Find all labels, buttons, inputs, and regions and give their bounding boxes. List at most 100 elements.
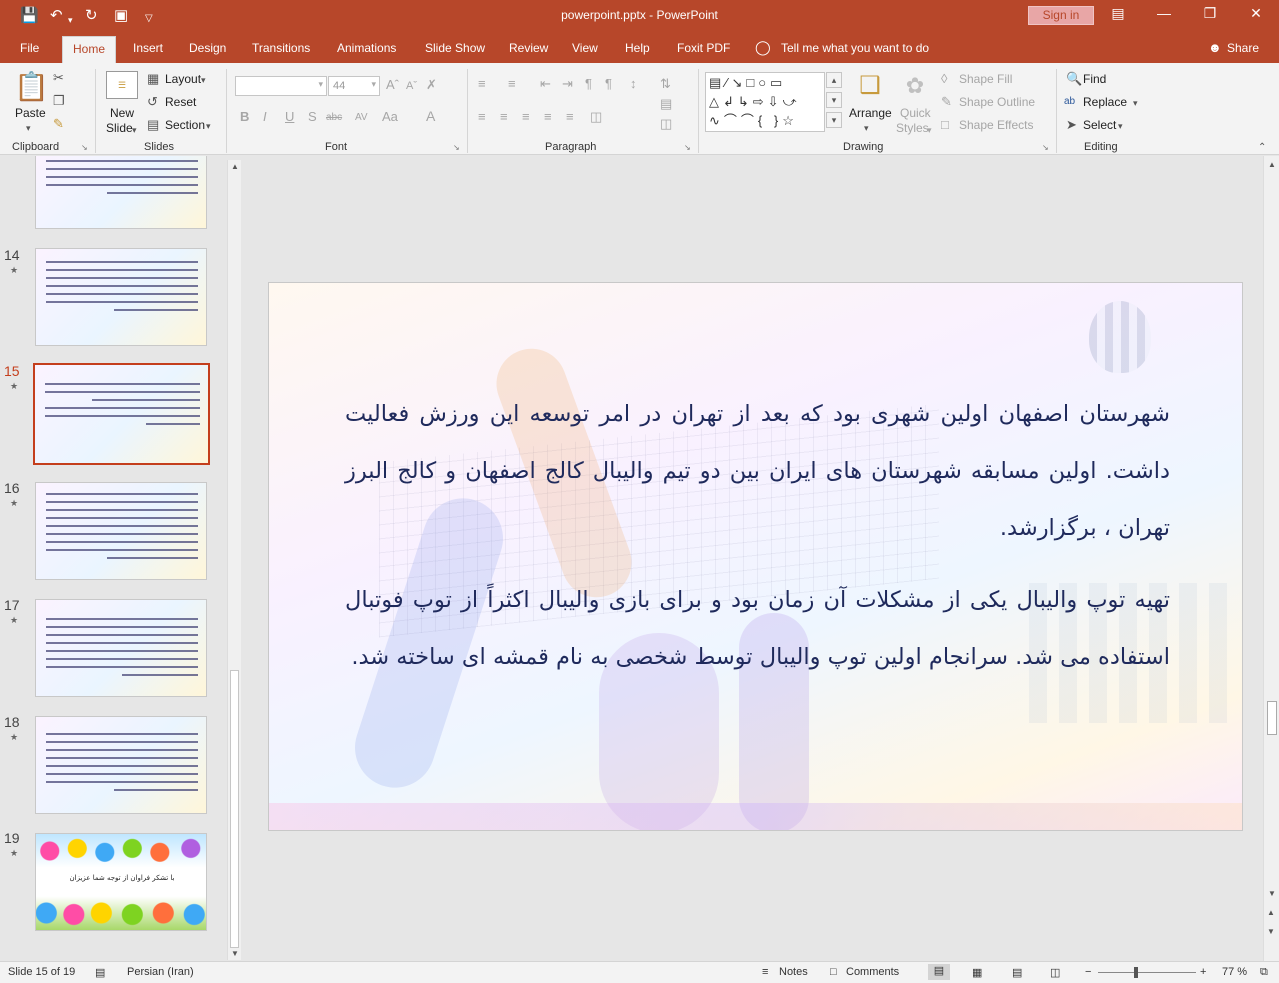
align-text-icon[interactable]: ▤ [660,97,672,111]
arrange-button[interactable]: Arrange [849,106,892,120]
tab-review[interactable]: Review [509,41,548,55]
align-left-icon[interactable]: ≡ [478,110,486,124]
tab-file[interactable]: File [20,41,39,55]
scroll-up-icon[interactable]: ▲ [231,162,239,171]
slide-thumbnail-13[interactable] [35,156,207,229]
slide-canvas[interactable]: شهرستان اصفهان اولین شهری بود که بعد از … [268,282,1243,831]
copy-icon[interactable]: ❐ [53,94,65,108]
reading-view-icon[interactable]: ▤ [1012,966,1022,979]
strikethrough-button[interactable]: abc [326,111,342,125]
scroll-down-icon[interactable]: ▼ [1268,889,1276,898]
shapes-scroll-down-icon[interactable]: ▾ [826,92,842,108]
new-slide-label[interactable]: New [110,106,134,120]
smartart-icon[interactable]: ◫ [660,117,672,131]
drawing-launcher-icon[interactable]: ↘ [1042,143,1049,152]
shrink-font-icon[interactable]: Aˇ [406,79,417,93]
columns-icon[interactable]: ◫ [590,110,602,124]
zoom-level[interactable]: 77 % [1222,966,1247,978]
change-case-button[interactable]: Aa [382,110,398,124]
underline-button[interactable]: U [285,110,294,124]
previous-slide-icon[interactable]: ▲ [1267,908,1275,917]
decrease-indent-icon[interactable]: ⇤ [540,77,551,91]
shadow-button[interactable]: S [308,110,317,124]
tell-me-search[interactable]: Tell me what you want to do [781,41,929,55]
tab-transitions[interactable]: Transitions [252,41,310,55]
paragraph-launcher-icon[interactable]: ↘ [684,143,691,152]
quick-styles-label-2[interactable]: Styles [896,121,929,135]
quick-styles-icon[interactable]: ✿ [900,71,930,101]
line-spacing-icon[interactable]: ↕ [630,77,637,91]
distributed-icon[interactable]: ≡ [566,110,574,124]
slide-thumbnail-15-selected[interactable] [33,363,210,465]
shapes-more-icon[interactable]: ▾ [826,112,842,128]
font-name-dropdown[interactable]: ▾ [235,76,327,96]
paste-dropdown-icon[interactable]: ▾ [26,121,31,135]
minimize-icon[interactable]: — [1154,5,1174,21]
shape-effects-button[interactable]: Shape Effects [959,118,1034,132]
zoom-slider-handle[interactable] [1134,967,1138,978]
scroll-down-icon[interactable]: ▼ [231,949,239,958]
find-button[interactable]: Find [1083,72,1106,86]
select-button[interactable]: Select [1083,118,1116,132]
spelling-icon[interactable]: ▤ [95,966,105,979]
scrollbar-thumb[interactable] [1267,701,1277,735]
font-launcher-icon[interactable]: ↘ [453,143,460,152]
shape-fill-button[interactable]: Shape Fill [959,72,1012,86]
ribbon-display-icon[interactable]: ▤ [1108,5,1128,22]
next-slide-icon[interactable]: ▼ [1267,927,1275,936]
arrange-icon[interactable]: ❑ [855,71,885,101]
font-color-button[interactable]: A [426,109,435,123]
slide-thumbnail-14[interactable] [35,248,207,346]
tab-home[interactable]: Home [62,36,117,63]
ltr-icon[interactable]: ¶ [605,77,612,91]
collapse-ribbon-icon[interactable]: ⌃ [1258,141,1266,155]
tab-animations[interactable]: Animations [337,41,396,55]
layout-button[interactable]: Layout [165,72,201,86]
tab-slide-show[interactable]: Slide Show [425,41,485,55]
new-slide-dropdown-icon[interactable]: ▾ [132,123,137,137]
thumbnails-scrollbar[interactable]: ▲ ▼ [227,160,241,960]
new-slide-icon[interactable]: ☰ [106,71,138,99]
replace-dropdown-icon[interactable]: ▾ [1133,96,1138,110]
clipboard-launcher-icon[interactable]: ↘ [81,143,88,152]
slide-thumbnail-18[interactable] [35,716,207,814]
language-indicator[interactable]: Persian (Iran) [127,966,194,978]
editor-scrollbar[interactable]: ▲ ▼ ▲ ▼ [1263,156,1279,961]
close-icon[interactable]: ✕ [1246,5,1266,22]
restore-icon[interactable]: ❐ [1200,5,1220,22]
slide-thumbnail-17[interactable] [35,599,207,697]
justify-icon[interactable]: ≡ [544,110,552,124]
font-size-dropdown[interactable]: 44 ▾ [328,76,380,96]
align-right-icon[interactable]: ≡ [522,110,530,124]
new-slide-label-2[interactable]: Slide [106,121,133,135]
tab-help[interactable]: Help [625,41,650,55]
normal-view-icon[interactable]: ▤ [928,964,950,980]
slideshow-view-icon[interactable]: ◫ [1050,966,1060,979]
align-center-icon[interactable]: ≡ [500,110,508,124]
bold-button[interactable]: B [240,110,249,124]
notes-button[interactable]: Notes [779,966,808,978]
tab-insert[interactable]: Insert [133,41,163,55]
shapes-scroll-up-icon[interactable]: ▴ [826,72,842,88]
section-button[interactable]: Section [165,118,205,132]
sign-in-button[interactable]: Sign in [1028,6,1094,25]
share-button[interactable]: Share [1227,41,1259,55]
fit-to-window-icon[interactable]: ⧉ [1260,966,1268,979]
replace-button[interactable]: Replace [1083,95,1127,109]
paste-icon[interactable]: 📋 [14,70,49,104]
arrange-dropdown-icon[interactable]: ▾ [864,121,869,135]
increase-indent-icon[interactable]: ⇥ [562,77,573,91]
quick-styles-label[interactable]: Quick [900,106,931,120]
tab-view[interactable]: View [572,41,598,55]
cut-icon[interactable]: ✂ [53,71,64,85]
format-painter-icon[interactable]: ✎ [53,117,64,131]
quick-styles-dropdown-icon[interactable]: ▾ [927,123,932,137]
paste-button[interactable]: Paste [15,106,46,120]
comments-button[interactable]: Comments [846,966,899,978]
grow-font-icon[interactable]: Aˆ [386,78,399,92]
scrollbar-thumb[interactable] [230,670,239,948]
reset-button[interactable]: Reset [165,95,196,109]
zoom-out-icon[interactable]: − [1085,966,1091,978]
slide-paragraph-1[interactable]: شهرستان اصفهان اولین شهری بود که بعد از … [345,386,1170,557]
slide-sorter-icon[interactable]: ▦ [972,966,982,979]
